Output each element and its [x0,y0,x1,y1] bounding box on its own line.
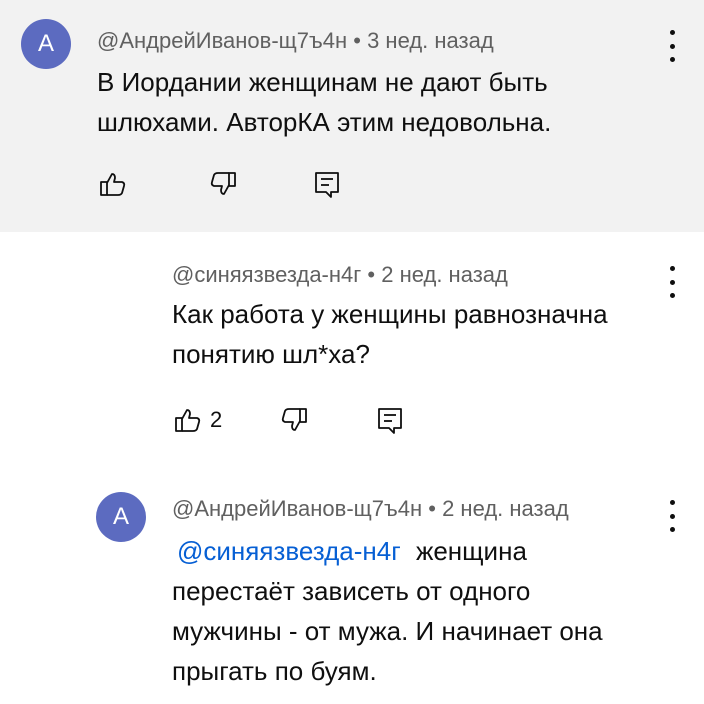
author-name[interactable]: @АндрейИванов-щ7ъ4н [172,496,422,521]
author-name[interactable]: @АндрейИванов-щ7ъ4н [97,28,347,53]
author-name[interactable]: @синяязвезда-н4г [172,262,361,287]
thumb-down-icon [210,172,236,195]
avatar[interactable]: A [96,492,146,542]
reply-comment: @синяязвезда-н4г • 2 нед. назад Как рабо… [0,232,704,462]
more-vert-icon[interactable] [667,500,677,532]
reply-comment: A @АндрейИванов-щ7ъ4н • 2 нед. назад @си… [0,462,704,704]
comment-text: @синяязвезда-н4г женщина перестаёт завис… [172,536,603,686]
comment-text: Как работа у женщины равнозначна понятию… [172,299,608,369]
comment-actions: 2 [172,404,406,436]
comment-text: В Иордании женщинам не дают быть шлюхами… [97,67,552,137]
comment-time: 2 нед. назад [442,496,569,521]
dislike-button[interactable] [278,404,310,436]
thumb-down-icon [282,408,308,431]
dislike-button[interactable] [207,168,239,200]
comment-meta: @АндрейИванов-щ7ъ4н • 3 нед. назад [97,28,494,54]
reply-button[interactable] [374,404,406,436]
like-button[interactable]: 2 [172,404,222,436]
like-button[interactable] [97,168,135,200]
comment-time: 2 нед. назад [381,262,508,287]
comment-highlighted: A @АндрейИванов-щ7ъ4н • 3 нед. назад В И… [0,0,704,232]
comment-time: 3 нед. назад [367,28,494,53]
more-vert-icon[interactable] [667,266,677,298]
comment-actions [97,168,343,200]
meta-separator: • [367,262,376,287]
like-count: 2 [210,407,223,432]
thumb-up-icon [175,409,201,432]
comment-meta: @АндрейИванов-щ7ъ4н • 2 нед. назад [172,496,569,522]
reply-button[interactable] [311,168,343,200]
meta-separator: • [353,28,361,53]
more-vert-icon[interactable] [667,30,677,62]
thumb-up-icon [100,173,126,196]
mention-link[interactable]: @синяязвезда-н4г [177,536,401,566]
comment-meta: @синяязвезда-н4г • 2 нед. назад [172,262,508,288]
meta-separator: • [428,496,436,521]
reply-icon [378,408,403,434]
avatar[interactable]: A [21,19,71,69]
reply-icon [315,172,339,198]
